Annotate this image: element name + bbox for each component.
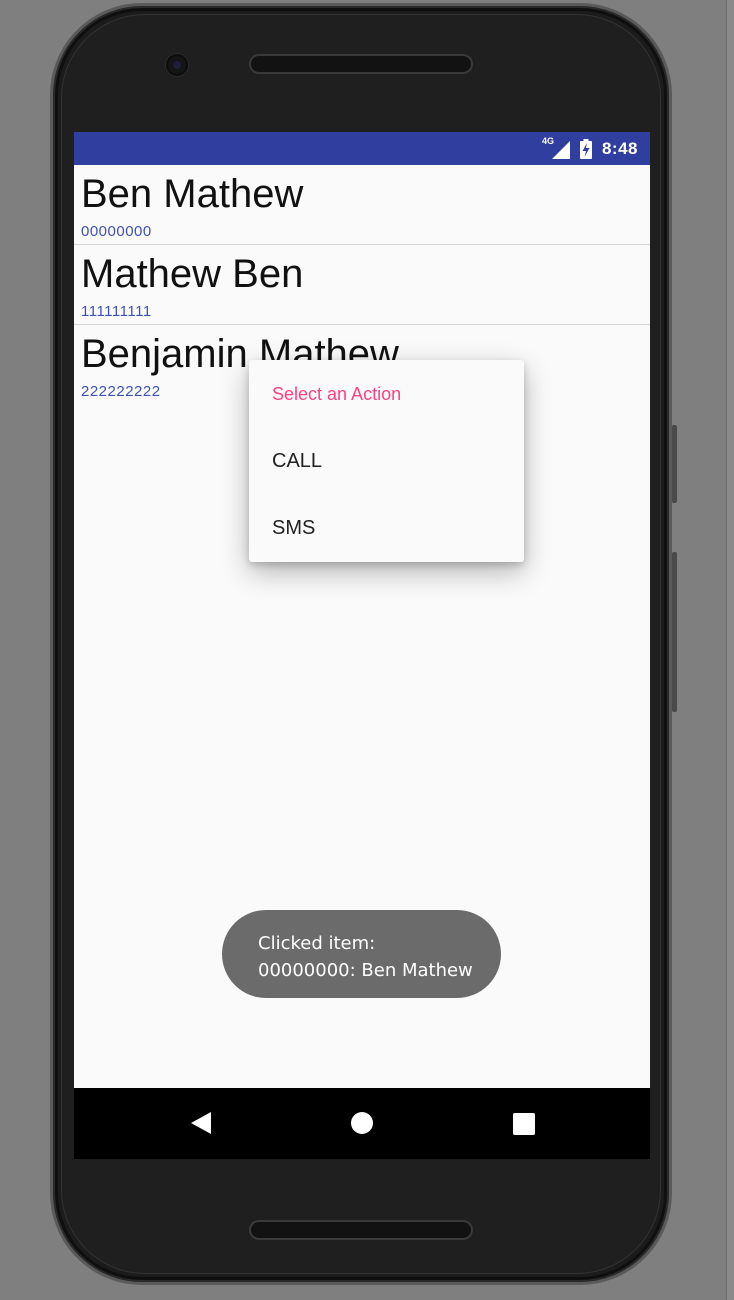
recents-icon[interactable] xyxy=(513,1113,535,1140)
navigation-bar xyxy=(74,1088,650,1159)
contact-row[interactable]: Mathew Ben 111111111 xyxy=(74,245,650,325)
contact-number: 00000000 xyxy=(81,223,152,240)
home-icon[interactable] xyxy=(350,1111,374,1140)
power-button xyxy=(672,552,677,712)
menu-item-call[interactable]: CALL xyxy=(249,432,524,490)
back-icon[interactable] xyxy=(190,1111,212,1140)
context-menu-title: Select an Action xyxy=(272,384,402,404)
contact-number: 111111111 xyxy=(81,303,152,320)
volume-button xyxy=(672,425,677,503)
front-camera xyxy=(166,54,188,76)
context-menu: Select an Action CALL SMS xyxy=(249,360,524,562)
device-screen: 4G 8:48 Ben Mathew 00000000 Mathew Ben 1… xyxy=(74,132,650,1159)
bottom-speaker xyxy=(249,1220,473,1240)
network-type-label: 4G xyxy=(541,135,554,146)
toast-message: Clicked item: 00000000: Ben Mathew xyxy=(222,910,501,998)
battery-charging-icon xyxy=(579,138,592,159)
contact-row[interactable]: Ben Mathew 00000000 xyxy=(74,165,650,245)
status-icons: 4G 8:48 xyxy=(542,132,638,165)
contact-name: Mathew Ben xyxy=(81,252,304,296)
signal-icon: 4G xyxy=(542,136,570,159)
toast-line-2: 00000000: Ben Mathew xyxy=(258,960,473,981)
status-time: 8:48 xyxy=(601,138,638,158)
contact-name: Ben Mathew xyxy=(81,172,304,216)
contact-number: 222222222 xyxy=(81,383,161,400)
emulator-frame-edge xyxy=(726,0,734,1300)
menu-item-sms[interactable]: SMS xyxy=(249,499,524,557)
toast-line-1: Clicked item: xyxy=(258,933,376,954)
earpiece-speaker xyxy=(249,54,473,74)
status-bar: 4G 8:48 xyxy=(74,132,650,165)
